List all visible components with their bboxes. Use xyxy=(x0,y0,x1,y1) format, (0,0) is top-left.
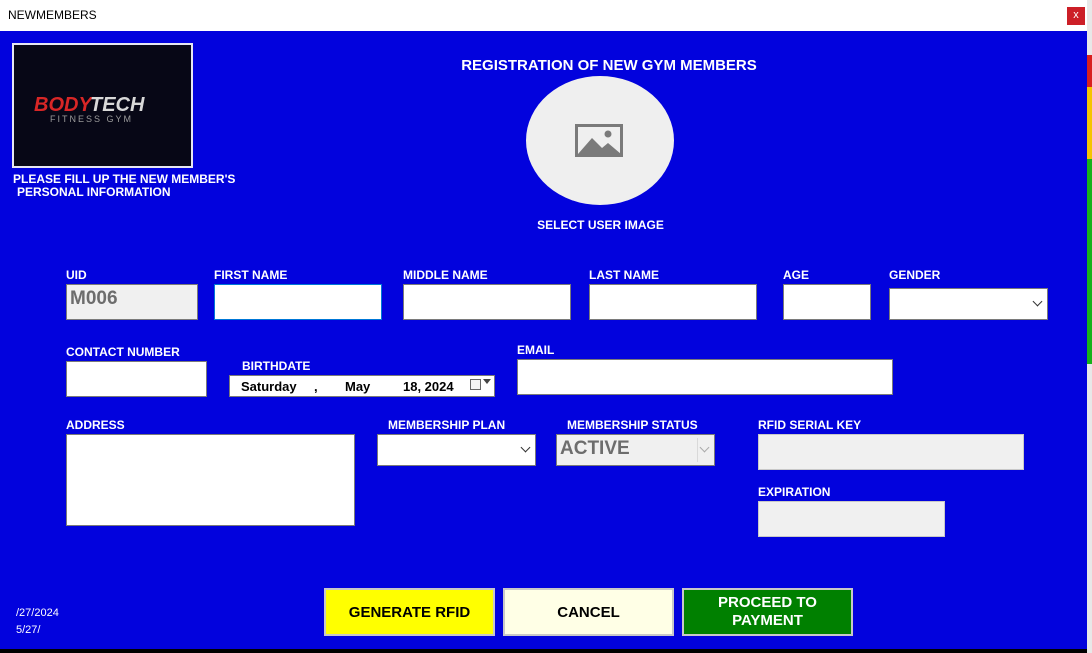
birthdate-label: BIRTHDATE xyxy=(242,359,311,373)
expiration-label: EXPIRATION xyxy=(758,485,831,499)
footer-date-2: 5/27/ xyxy=(16,624,41,636)
membership-status-select: ACTIVE xyxy=(556,434,715,466)
user-image-picker[interactable] xyxy=(526,76,674,205)
svg-text:TECH: TECH xyxy=(90,94,145,116)
membership-plan-label: MEMBERSHIP PLAN xyxy=(388,418,506,432)
birthdate-day: Saturday xyxy=(241,379,297,394)
contact-number-label: CONTACT NUMBER xyxy=(66,345,180,359)
cancel-label: CANCEL xyxy=(557,603,620,621)
birthdate-separator: , xyxy=(314,379,318,394)
age-field[interactable] xyxy=(783,284,871,320)
proceed-to-payment-button[interactable]: PROCEED TO PAYMENT xyxy=(682,588,853,636)
membership-status-label: MEMBERSHIP STATUS xyxy=(567,418,698,432)
last-name-field[interactable] xyxy=(589,284,757,320)
chevron-down-icon xyxy=(699,442,710,453)
chevron-down-icon xyxy=(520,442,531,453)
cancel-button[interactable]: CANCEL xyxy=(503,588,674,636)
uid-label: UID xyxy=(66,268,87,282)
birthdate-picker[interactable]: Saturday , May 18, 2024 xyxy=(229,375,495,397)
membership-plan-select[interactable] xyxy=(377,434,536,466)
instructions-line1: PLEASE FILL UP THE NEW MEMBER'S xyxy=(13,172,236,186)
svg-text:FITNESS GYM: FITNESS GYM xyxy=(50,114,133,124)
select-divider xyxy=(697,438,698,462)
select-user-image-label: SELECT USER IMAGE xyxy=(537,218,664,232)
uid-field: M006 xyxy=(66,284,198,320)
gender-label: GENDER xyxy=(889,268,941,282)
first-name-label: FIRST NAME xyxy=(214,268,288,282)
address-field[interactable] xyxy=(66,434,355,526)
gender-select[interactable] xyxy=(889,288,1048,320)
footer-date-1: /27/2024 xyxy=(16,607,59,619)
close-button[interactable]: x xyxy=(1067,7,1085,25)
title-bar[interactable]: NEWMEMBERS x xyxy=(0,0,1087,31)
middle-name-field[interactable] xyxy=(403,284,571,320)
birthdate-date: 18, 2024 xyxy=(403,379,454,394)
page-title: REGISTRATION OF NEW GYM MEMBERS xyxy=(461,57,757,74)
gym-logo: BODY TECH FITNESS GYM xyxy=(12,43,193,168)
expiration-field xyxy=(758,501,945,537)
new-members-window: NEWMEMBERS x BODY TECH FITNESS GYM PLEAS… xyxy=(0,0,1087,649)
image-icon xyxy=(575,124,623,157)
proceed-label-line1: PROCEED TO xyxy=(718,594,817,611)
chevron-down-icon xyxy=(1032,296,1043,307)
membership-status-value: ACTIVE xyxy=(560,438,630,459)
last-name-label: LAST NAME xyxy=(589,268,659,282)
birthdate-month: May xyxy=(345,379,371,394)
middle-name-label: MIDDLE NAME xyxy=(403,268,488,282)
background-red-strip xyxy=(1087,55,1092,87)
rfid-serial-key-label: RFID SERIAL KEY xyxy=(758,418,862,432)
generate-rfid-label: GENERATE RFID xyxy=(348,603,471,621)
window-title: NEWMEMBERS xyxy=(8,8,97,22)
instructions-line2: PERSONAL INFORMATION xyxy=(17,185,171,199)
rfid-serial-key-field xyxy=(758,434,1024,470)
calendar-icon[interactable] xyxy=(470,379,481,390)
first-name-field[interactable] xyxy=(214,284,382,320)
svg-text:BODY: BODY xyxy=(34,94,93,116)
generate-rfid-button[interactable]: GENERATE RFID xyxy=(324,588,495,636)
background-green-strip xyxy=(1087,159,1092,364)
contact-number-field[interactable] xyxy=(66,361,207,397)
background-yellow-strip xyxy=(1087,87,1092,159)
address-label: ADDRESS xyxy=(66,418,125,432)
email-field[interactable] xyxy=(517,359,893,395)
dropdown-arrow-icon xyxy=(483,379,491,384)
proceed-label-line2: PAYMENT xyxy=(732,612,803,629)
uid-value: M006 xyxy=(70,288,118,309)
email-label: EMAIL xyxy=(517,343,555,357)
age-label: AGE xyxy=(783,268,810,282)
